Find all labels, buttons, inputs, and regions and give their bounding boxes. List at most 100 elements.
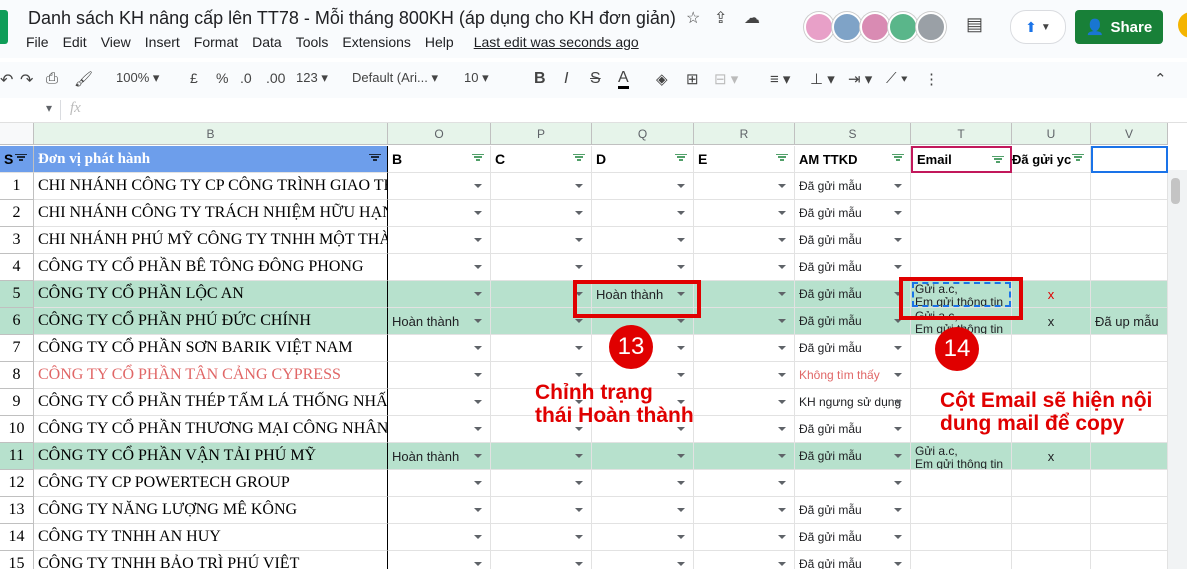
menu-tools[interactable]: Tools <box>296 34 329 50</box>
cell-q[interactable] <box>592 200 694 227</box>
cell-s[interactable]: Đã gửi mẫu <box>795 254 911 281</box>
cell-o[interactable]: Hoàn thành <box>388 308 491 335</box>
dropdown-arrow-icon[interactable] <box>474 265 482 269</box>
filter-icon[interactable] <box>892 154 904 161</box>
dropdown-arrow-icon[interactable] <box>778 346 786 350</box>
dropdown-arrow-icon[interactable] <box>474 238 482 242</box>
dropdown-arrow-icon[interactable] <box>778 292 786 296</box>
cell-t[interactable] <box>911 497 1012 524</box>
cell-s[interactable]: Đã gửi mẫu <box>795 173 911 200</box>
dropdown-arrow-icon[interactable] <box>474 292 482 296</box>
cell-t[interactable] <box>911 551 1012 569</box>
cell-o[interactable] <box>388 254 491 281</box>
dropdown-arrow-icon[interactable] <box>474 481 482 485</box>
star-icon[interactable]: ☆ <box>686 8 700 28</box>
header-cell-t[interactable]: Email <box>911 146 1012 173</box>
dropdown-arrow-icon[interactable] <box>575 427 583 431</box>
currency-format-button[interactable]: £ <box>190 70 198 86</box>
cell-u[interactable] <box>1012 173 1091 200</box>
avatar[interactable] <box>832 12 862 42</box>
company-name-cell[interactable]: CÔNG TY CỔ PHẦN PHÚ ĐỨC CHÍNH <box>34 308 388 335</box>
document-title[interactable]: Danh sách KH nâng cấp lên TT78 - Mỗi thá… <box>28 8 676 29</box>
cell-p[interactable] <box>491 470 592 497</box>
header-cell-r[interactable]: E <box>694 146 795 173</box>
cell-v[interactable] <box>1091 470 1168 497</box>
company-name-cell[interactable]: CÔNG TY CỔ PHẦN LỘC AN <box>34 281 388 308</box>
menu-help[interactable]: Help <box>425 34 454 50</box>
dropdown-arrow-icon[interactable] <box>894 535 902 539</box>
cell-p[interactable] <box>491 200 592 227</box>
cell-p[interactable] <box>491 551 592 569</box>
cell-o[interactable] <box>388 281 491 308</box>
sheets-logo-icon[interactable] <box>0 10 8 44</box>
header-cell-s[interactable]: AM TTKD <box>795 146 911 173</box>
cell-s[interactable]: Đã gửi mẫu <box>795 443 911 470</box>
cell-p[interactable] <box>491 335 592 362</box>
company-name-cell[interactable]: CÔNG TY CỔ PHẦN TÂN CẢNG CYPRESS <box>34 362 388 389</box>
dropdown-arrow-icon[interactable] <box>778 265 786 269</box>
cell-u[interactable]: x <box>1012 281 1091 308</box>
cell-u[interactable]: x <box>1012 443 1091 470</box>
dropdown-arrow-icon[interactable] <box>677 346 685 350</box>
cell-s[interactable]: Đã gửi mẫu <box>795 497 911 524</box>
header-cell-q[interactable]: D <box>592 146 694 173</box>
cell-q[interactable] <box>592 227 694 254</box>
dropdown-arrow-icon[interactable] <box>575 481 583 485</box>
cell-o[interactable] <box>388 389 491 416</box>
menu-file[interactable]: File <box>26 34 49 50</box>
cell-v[interactable] <box>1091 200 1168 227</box>
cell-o[interactable] <box>388 173 491 200</box>
cell-o[interactable]: Hoàn thành <box>388 443 491 470</box>
filter-icon[interactable] <box>675 154 687 161</box>
dropdown-arrow-icon[interactable] <box>677 373 685 377</box>
cell-r[interactable] <box>694 254 795 281</box>
cell-o[interactable] <box>388 362 491 389</box>
row-number[interactable]: 2 <box>0 200 34 227</box>
vertical-align-icon[interactable]: ⊥ ▾ <box>810 70 835 88</box>
cell-o[interactable] <box>388 470 491 497</box>
dropdown-arrow-icon[interactable] <box>778 238 786 242</box>
dropdown-arrow-icon[interactable] <box>677 481 685 485</box>
cell-p[interactable] <box>491 443 592 470</box>
cell-q[interactable] <box>592 524 694 551</box>
collapse-menu-icon[interactable]: ⌃ <box>1154 70 1167 88</box>
cell-v[interactable] <box>1091 551 1168 569</box>
dropdown-arrow-icon[interactable] <box>677 184 685 188</box>
column-header-t[interactable]: T <box>911 123 1012 145</box>
name-box[interactable]: ▾ <box>4 101 52 119</box>
dropdown-arrow-icon[interactable] <box>894 427 902 431</box>
text-rotation-icon[interactable]: ⟋ ▾ <box>886 70 908 87</box>
dropdown-arrow-icon[interactable] <box>894 265 902 269</box>
cell-s[interactable]: Đã gửi mẫu <box>795 308 911 335</box>
dropdown-arrow-icon[interactable] <box>894 373 902 377</box>
cell-u[interactable] <box>1012 362 1091 389</box>
filter-icon[interactable] <box>776 154 788 161</box>
cell-q[interactable] <box>592 173 694 200</box>
filter-icon[interactable] <box>573 154 585 161</box>
cell-t[interactable] <box>911 173 1012 200</box>
menu-view[interactable]: View <box>101 34 131 50</box>
company-name-cell[interactable]: CHI NHÁNH PHÚ MỸ CÔNG TY TNHH MỘT THÀNH <box>34 227 388 254</box>
dropdown-arrow-icon[interactable] <box>894 508 902 512</box>
cell-u[interactable] <box>1012 524 1091 551</box>
row-number[interactable]: 13 <box>0 497 34 524</box>
cell-t[interactable] <box>911 227 1012 254</box>
cell-v[interactable] <box>1091 524 1168 551</box>
dropdown-arrow-icon[interactable] <box>894 346 902 350</box>
cell-v[interactable] <box>1091 443 1168 470</box>
cell-p[interactable] <box>491 524 592 551</box>
row-number[interactable]: 11 <box>0 443 34 470</box>
cell-r[interactable] <box>694 362 795 389</box>
share-button[interactable]: 👤 Share <box>1075 10 1163 44</box>
percent-format-button[interactable]: % <box>216 70 228 86</box>
menu-edit[interactable]: Edit <box>63 34 87 50</box>
dropdown-arrow-icon[interactable] <box>677 238 685 242</box>
company-name-cell[interactable]: CÔNG TY CỔ PHẦN THÉP TẤM LÁ THỐNG NHẤT <box>34 389 388 416</box>
row-number[interactable]: 15 <box>0 551 34 569</box>
dropdown-arrow-icon[interactable] <box>778 562 786 566</box>
cell-s[interactable]: Đã gửi mẫu <box>795 335 911 362</box>
dropdown-arrow-icon[interactable] <box>575 535 583 539</box>
text-color-button[interactable]: A <box>618 70 629 89</box>
move-folder-icon[interactable]: ⇪ <box>714 8 727 28</box>
more-options-icon[interactable]: ⋮ <box>924 70 939 88</box>
